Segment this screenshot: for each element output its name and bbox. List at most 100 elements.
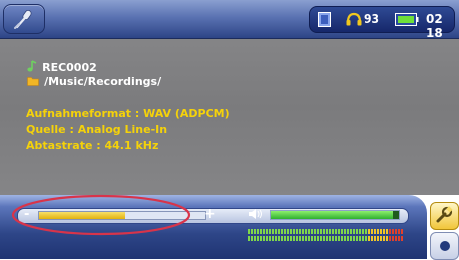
vu-segment bbox=[359, 229, 361, 234]
clock-readout: 02 18 bbox=[426, 12, 443, 40]
vu-segment bbox=[329, 229, 331, 234]
vu-segment bbox=[278, 236, 280, 241]
vu-segment bbox=[251, 229, 253, 234]
vu-segment bbox=[272, 236, 274, 241]
vu-segment bbox=[305, 229, 307, 234]
vu-segment bbox=[308, 236, 310, 241]
folder-icon bbox=[27, 77, 39, 86]
vu-segment bbox=[338, 229, 340, 234]
vu-segment bbox=[365, 229, 367, 234]
vu-segment bbox=[374, 229, 376, 234]
vu-segment bbox=[389, 236, 391, 241]
volume-slider[interactable] bbox=[270, 210, 400, 220]
vu-segment bbox=[386, 236, 388, 241]
vu-segment bbox=[305, 236, 307, 241]
vu-segment bbox=[335, 229, 337, 234]
vu-segment bbox=[254, 229, 256, 234]
vu-segment bbox=[341, 229, 343, 234]
vu-segment bbox=[347, 229, 349, 234]
vu-segment bbox=[320, 229, 322, 234]
samplerate-info: Abtastrate : 44.1 kHz bbox=[26, 139, 159, 152]
vu-segment bbox=[323, 236, 325, 241]
vu-segment bbox=[281, 229, 283, 234]
vu-segment bbox=[392, 229, 394, 234]
vu-segment bbox=[353, 236, 355, 241]
vu-segment bbox=[332, 229, 334, 234]
vu-segment bbox=[386, 229, 388, 234]
vu-segment bbox=[293, 236, 295, 241]
vu-segment bbox=[383, 236, 385, 241]
vu-meter bbox=[248, 229, 403, 241]
vu-segment bbox=[326, 229, 328, 234]
vu-segment bbox=[365, 236, 367, 241]
vu-segment bbox=[395, 229, 397, 234]
vu-segment bbox=[281, 236, 283, 241]
vu-segment bbox=[296, 236, 298, 241]
vu-segment bbox=[290, 236, 292, 241]
volume-fill bbox=[271, 211, 393, 219]
vu-segment bbox=[314, 229, 316, 234]
back-button[interactable] bbox=[3, 4, 45, 34]
vu-segment bbox=[320, 236, 322, 241]
vu-segment bbox=[293, 229, 295, 234]
vu-segment bbox=[368, 236, 370, 241]
vu-segment bbox=[257, 229, 259, 234]
highlight-ellipse bbox=[11, 194, 191, 236]
status-panel: 93 02 18 bbox=[309, 6, 455, 40]
vu-segment bbox=[356, 229, 358, 234]
increase-button[interactable]: + bbox=[204, 206, 216, 222]
vu-segment bbox=[326, 236, 328, 241]
vu-segment bbox=[287, 229, 289, 234]
vu-segment bbox=[341, 236, 343, 241]
vu-segment bbox=[272, 229, 274, 234]
source-info: Quelle : Analog Line-In bbox=[26, 123, 168, 136]
vu-segment bbox=[380, 236, 382, 241]
vu-segment bbox=[317, 229, 319, 234]
vu-segment bbox=[266, 236, 268, 241]
vu-segment bbox=[329, 236, 331, 241]
vu-segment bbox=[362, 229, 364, 234]
speaker-icon bbox=[249, 209, 262, 219]
wrench-icon bbox=[436, 206, 453, 223]
vu-segment bbox=[392, 236, 394, 241]
vu-segment bbox=[311, 229, 313, 234]
record-button[interactable] bbox=[430, 232, 459, 260]
vu-segment bbox=[332, 236, 334, 241]
vu-segment bbox=[266, 229, 268, 234]
vu-segment bbox=[269, 236, 271, 241]
format-info: Aufnahmeformat : WAV (ADPCM) bbox=[26, 107, 230, 120]
vu-segment bbox=[377, 236, 379, 241]
vu-segment bbox=[353, 229, 355, 234]
vu-segment bbox=[254, 236, 256, 241]
headphones-icon bbox=[346, 12, 362, 26]
volume-readout: 93 bbox=[364, 12, 380, 26]
vu-segment bbox=[257, 236, 259, 241]
vu-segment bbox=[251, 236, 253, 241]
vu-segment bbox=[359, 236, 361, 241]
battery-icon bbox=[395, 13, 419, 26]
vu-segment bbox=[347, 236, 349, 241]
vu-segment bbox=[317, 236, 319, 241]
file-path-row: /Music/Recordings/ bbox=[27, 70, 161, 89]
vu-segment bbox=[335, 236, 337, 241]
tools-button[interactable] bbox=[430, 202, 459, 230]
vu-segment bbox=[314, 236, 316, 241]
vu-segment bbox=[248, 236, 250, 241]
vu-segment bbox=[302, 236, 304, 241]
vu-segment bbox=[362, 236, 364, 241]
vu-segment bbox=[395, 236, 397, 241]
vu-segment bbox=[344, 229, 346, 234]
file-path: /Music/Recordings/ bbox=[44, 75, 162, 88]
vu-segment bbox=[398, 236, 400, 241]
vu-segment bbox=[302, 229, 304, 234]
vu-segment bbox=[377, 229, 379, 234]
vu-segment bbox=[299, 236, 301, 241]
vu-segment bbox=[263, 236, 265, 241]
vu-segment bbox=[263, 229, 265, 234]
vu-segment bbox=[275, 236, 277, 241]
vu-segment bbox=[248, 229, 250, 234]
vu-segment bbox=[278, 229, 280, 234]
vu-segment bbox=[323, 229, 325, 234]
vu-segment bbox=[380, 229, 382, 234]
vu-segment bbox=[371, 236, 373, 241]
